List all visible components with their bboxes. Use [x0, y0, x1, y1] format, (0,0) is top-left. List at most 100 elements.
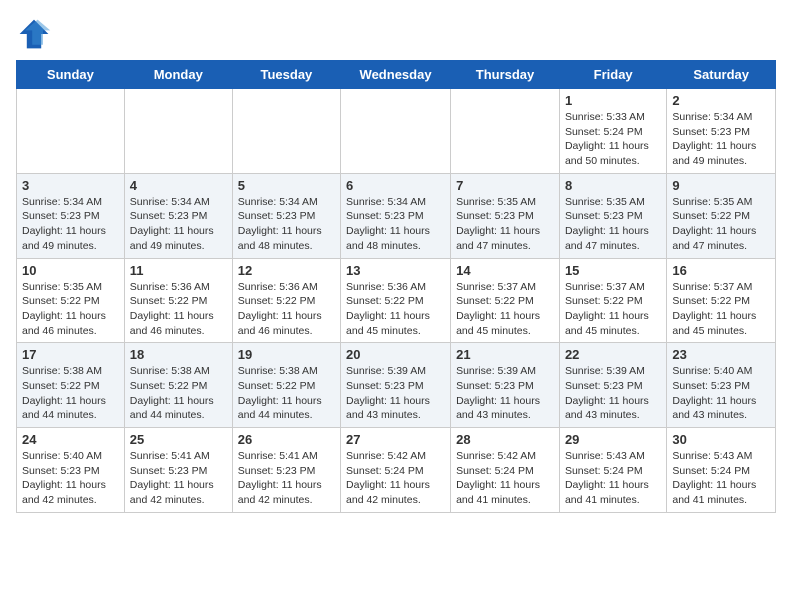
day-number: 26	[238, 432, 335, 447]
calendar-cell: 30Sunrise: 5:43 AMSunset: 5:24 PMDayligh…	[667, 428, 776, 513]
calendar-cell: 9Sunrise: 5:35 AMSunset: 5:22 PMDaylight…	[667, 173, 776, 258]
calendar-cell: 12 Sunrise: 5:36 AMSunset: 5:22 PMDayligh…	[232, 258, 340, 343]
calendar-week-1: 1 Sunrise: 5:33 AMSunset: 5:24 PMDaylight…	[17, 89, 776, 174]
calendar-week-2: 3 Sunrise: 5:34 AMSunset: 5:23 PMDaylight…	[17, 173, 776, 258]
calendar-cell	[451, 89, 560, 174]
day-number: 15	[565, 263, 661, 278]
day-info: Sunrise: 5:40 AMSunset: 5:23 PMDaylight:…	[22, 449, 119, 508]
weekday-header-monday: Monday	[124, 61, 232, 89]
calendar-cell: 29 Sunrise: 5:43 AMSunset: 5:24 PMDayligh…	[559, 428, 666, 513]
day-info: Sunrise: 5:35 AMSunset: 5:23 PMDaylight:…	[565, 195, 661, 254]
day-info: Sunrise: 5:37 AMSunset: 5:22 PMDaylight:…	[565, 280, 661, 339]
day-number: 22	[565, 347, 661, 362]
day-info: Sunrise: 5:40 AMSunset: 5:23 PMDaylight:…	[672, 364, 770, 423]
day-number: 23	[672, 347, 770, 362]
calendar-cell	[341, 89, 451, 174]
day-info: Sunrise: 5:34 AMSunset: 5:23 PMDaylight:…	[238, 195, 335, 254]
day-info: Sunrise: 5:42 AMSunset: 5:24 PMDaylight:…	[346, 449, 445, 508]
calendar-cell: 7 Sunrise: 5:35 AMSunset: 5:23 PMDaylight…	[451, 173, 560, 258]
calendar-cell	[17, 89, 125, 174]
day-number: 8	[565, 178, 661, 193]
day-number: 20	[346, 347, 445, 362]
day-number: 2	[672, 93, 770, 108]
calendar-week-5: 24 Sunrise: 5:40 AMSunset: 5:23 PMDayligh…	[17, 428, 776, 513]
calendar-cell: 24 Sunrise: 5:40 AMSunset: 5:23 PMDayligh…	[17, 428, 125, 513]
page-header	[16, 16, 776, 52]
calendar-cell: 22 Sunrise: 5:39 AMSunset: 5:23 PMDayligh…	[559, 343, 666, 428]
calendar-cell: 11 Sunrise: 5:36 AMSunset: 5:22 PMDayligh…	[124, 258, 232, 343]
day-info: Sunrise: 5:39 AMSunset: 5:23 PMDaylight:…	[346, 364, 445, 423]
day-info: Sunrise: 5:36 AMSunset: 5:22 PMDaylight:…	[346, 280, 445, 339]
day-info: Sunrise: 5:35 AMSunset: 5:23 PMDaylight:…	[456, 195, 554, 254]
weekday-header-row: SundayMondayTuesdayWednesdayThursdayFrid…	[17, 61, 776, 89]
day-info: Sunrise: 5:43 AMSunset: 5:24 PMDaylight:…	[565, 449, 661, 508]
day-info: Sunrise: 5:36 AMSunset: 5:22 PMDaylight:…	[130, 280, 227, 339]
day-number: 19	[238, 347, 335, 362]
day-number: 13	[346, 263, 445, 278]
day-number: 3	[22, 178, 119, 193]
weekday-header-wednesday: Wednesday	[341, 61, 451, 89]
calendar-cell: 18 Sunrise: 5:38 AMSunset: 5:22 PMDayligh…	[124, 343, 232, 428]
day-info: Sunrise: 5:39 AMSunset: 5:23 PMDaylight:…	[565, 364, 661, 423]
weekday-header-tuesday: Tuesday	[232, 61, 340, 89]
day-info: Sunrise: 5:34 AMSunset: 5:23 PMDaylight:…	[672, 110, 770, 169]
day-info: Sunrise: 5:34 AMSunset: 5:23 PMDaylight:…	[346, 195, 445, 254]
calendar-cell: 20 Sunrise: 5:39 AMSunset: 5:23 PMDayligh…	[341, 343, 451, 428]
day-info: Sunrise: 5:41 AMSunset: 5:23 PMDaylight:…	[130, 449, 227, 508]
day-number: 25	[130, 432, 227, 447]
day-info: Sunrise: 5:39 AMSunset: 5:23 PMDaylight:…	[456, 364, 554, 423]
calendar-cell: 10Sunrise: 5:35 AMSunset: 5:22 PMDayligh…	[17, 258, 125, 343]
day-info: Sunrise: 5:38 AMSunset: 5:22 PMDaylight:…	[22, 364, 119, 423]
calendar-cell	[232, 89, 340, 174]
calendar-cell: 8 Sunrise: 5:35 AMSunset: 5:23 PMDaylight…	[559, 173, 666, 258]
day-info: Sunrise: 5:37 AMSunset: 5:22 PMDaylight:…	[456, 280, 554, 339]
day-number: 11	[130, 263, 227, 278]
calendar-cell: 6 Sunrise: 5:34 AMSunset: 5:23 PMDaylight…	[341, 173, 451, 258]
logo-icon	[16, 16, 52, 52]
day-info: Sunrise: 5:37 AMSunset: 5:22 PMDaylight:…	[672, 280, 770, 339]
weekday-header-friday: Friday	[559, 61, 666, 89]
weekday-header-thursday: Thursday	[451, 61, 560, 89]
day-info: Sunrise: 5:34 AMSunset: 5:23 PMDaylight:…	[130, 195, 227, 254]
day-number: 4	[130, 178, 227, 193]
calendar-cell: 21 Sunrise: 5:39 AMSunset: 5:23 PMDayligh…	[451, 343, 560, 428]
day-info: Sunrise: 5:38 AMSunset: 5:22 PMDaylight:…	[130, 364, 227, 423]
day-number: 30	[672, 432, 770, 447]
calendar-cell: 2 Sunrise: 5:34 AMSunset: 5:23 PMDaylight…	[667, 89, 776, 174]
calendar-cell: 4 Sunrise: 5:34 AMSunset: 5:23 PMDaylight…	[124, 173, 232, 258]
day-number: 9	[672, 178, 770, 193]
day-number: 21	[456, 347, 554, 362]
day-number: 1	[565, 93, 661, 108]
day-number: 24	[22, 432, 119, 447]
day-number: 18	[130, 347, 227, 362]
day-info: Sunrise: 5:41 AMSunset: 5:23 PMDaylight:…	[238, 449, 335, 508]
calendar-cell: 13 Sunrise: 5:36 AMSunset: 5:22 PMDayligh…	[341, 258, 451, 343]
calendar-cell: 15 Sunrise: 5:37 AMSunset: 5:22 PMDayligh…	[559, 258, 666, 343]
day-number: 29	[565, 432, 661, 447]
day-number: 7	[456, 178, 554, 193]
calendar-cell: 28 Sunrise: 5:42 AMSunset: 5:24 PMDayligh…	[451, 428, 560, 513]
day-number: 27	[346, 432, 445, 447]
calendar-cell: 16Sunrise: 5:37 AMSunset: 5:22 PMDayligh…	[667, 258, 776, 343]
day-info: Sunrise: 5:33 AMSunset: 5:24 PMDaylight:…	[565, 110, 661, 169]
calendar-cell: 23 Sunrise: 5:40 AMSunset: 5:23 PMDayligh…	[667, 343, 776, 428]
weekday-header-sunday: Sunday	[17, 61, 125, 89]
day-number: 14	[456, 263, 554, 278]
calendar-cell: 17 Sunrise: 5:38 AMSunset: 5:22 PMDayligh…	[17, 343, 125, 428]
day-number: 12	[238, 263, 335, 278]
day-info: Sunrise: 5:42 AMSunset: 5:24 PMDaylight:…	[456, 449, 554, 508]
calendar-table: SundayMondayTuesdayWednesdayThursdayFrid…	[16, 60, 776, 513]
calendar-cell: 26 Sunrise: 5:41 AMSunset: 5:23 PMDayligh…	[232, 428, 340, 513]
day-number: 6	[346, 178, 445, 193]
day-number: 5	[238, 178, 335, 193]
calendar-cell	[124, 89, 232, 174]
calendar-cell: 5 Sunrise: 5:34 AMSunset: 5:23 PMDaylight…	[232, 173, 340, 258]
day-number: 17	[22, 347, 119, 362]
day-number: 28	[456, 432, 554, 447]
calendar-cell: 3 Sunrise: 5:34 AMSunset: 5:23 PMDaylight…	[17, 173, 125, 258]
day-info: Sunrise: 5:36 AMSunset: 5:22 PMDaylight:…	[238, 280, 335, 339]
calendar-cell: 25 Sunrise: 5:41 AMSunset: 5:23 PMDayligh…	[124, 428, 232, 513]
calendar-cell: 1 Sunrise: 5:33 AMSunset: 5:24 PMDaylight…	[559, 89, 666, 174]
day-info: Sunrise: 5:35 AMSunset: 5:22 PMDaylight:…	[22, 280, 119, 339]
day-info: Sunrise: 5:34 AMSunset: 5:23 PMDaylight:…	[22, 195, 119, 254]
